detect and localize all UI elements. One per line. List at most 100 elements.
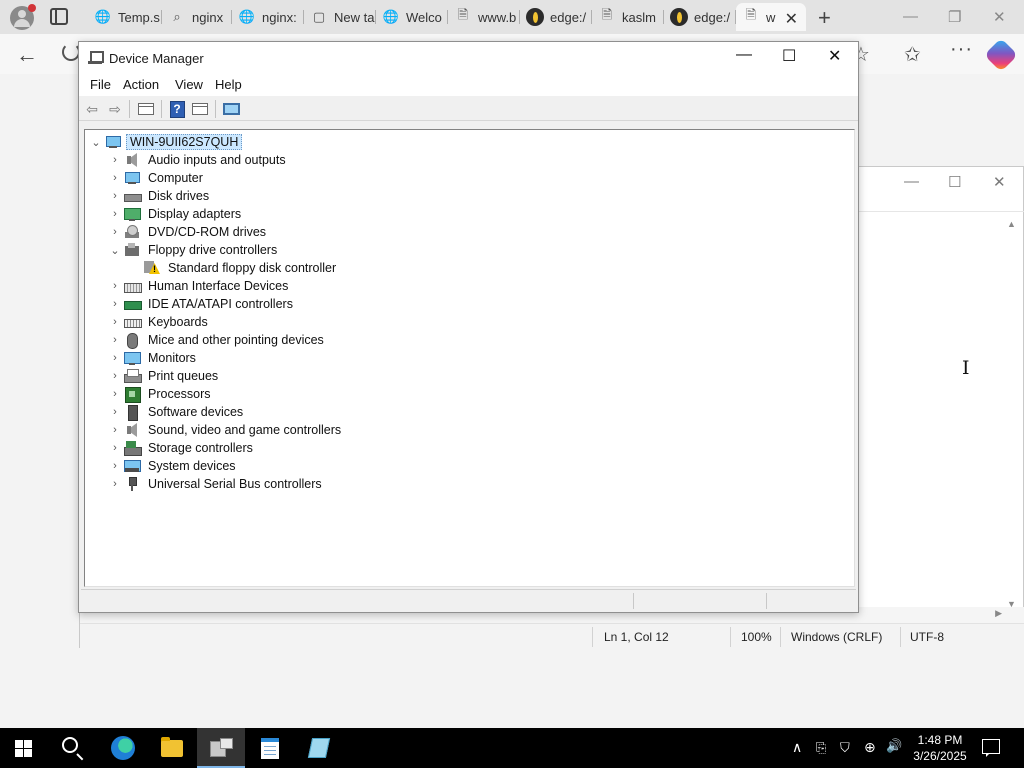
browser-tab[interactable]: 🗎 kaslm bbox=[592, 3, 664, 31]
close-button[interactable]: ✕ bbox=[828, 46, 841, 66]
show-hide-console-tree-button[interactable] bbox=[136, 99, 156, 119]
tree-node-label: Keyboards bbox=[148, 315, 208, 329]
chevron-right-icon[interactable]: › bbox=[106, 370, 124, 382]
tree-category-node[interactable]: › Software devices bbox=[106, 403, 246, 421]
device-manager-title-bar[interactable]: Device Manager — ☐ ✕ bbox=[79, 42, 858, 74]
chevron-right-icon[interactable]: › bbox=[106, 226, 124, 238]
browser-tab-active[interactable]: 🗎 w ✕ bbox=[736, 3, 806, 31]
browser-tab[interactable]: 🌐 nginx: bbox=[232, 3, 304, 31]
favorites-icon[interactable]: ✩ bbox=[904, 42, 921, 67]
system-clock[interactable]: 1:48 PM 3/26/2025 bbox=[910, 732, 970, 764]
chevron-right-icon[interactable]: › bbox=[106, 334, 124, 346]
device-tray-icon[interactable]: ⎘ bbox=[816, 740, 826, 756]
chevron-right-icon[interactable]: › bbox=[106, 316, 124, 328]
chevron-right-icon[interactable]: › bbox=[106, 424, 124, 436]
chevron-right-icon[interactable]: › bbox=[106, 460, 124, 472]
browser-restore-button[interactable]: ❐ bbox=[948, 8, 961, 26]
scan-hardware-button[interactable] bbox=[221, 99, 241, 119]
defender-tray-icon[interactable]: ⛉ bbox=[840, 740, 850, 756]
tree-category-node[interactable]: › Processors bbox=[106, 385, 214, 403]
tab-title: nginx: bbox=[262, 9, 297, 25]
tree-category-node[interactable]: › Display adapters bbox=[106, 205, 244, 223]
menu-view[interactable]: View bbox=[175, 77, 203, 92]
start-button[interactable] bbox=[15, 740, 32, 757]
notepad-maximize-button[interactable]: ☐ bbox=[948, 173, 961, 191]
chevron-right-icon[interactable]: › bbox=[106, 172, 124, 184]
tree-node-label: Monitors bbox=[148, 351, 196, 365]
chevron-right-icon[interactable]: › bbox=[106, 388, 124, 400]
document-search-icon: 🗎 bbox=[745, 7, 757, 22]
notification-center-icon[interactable] bbox=[982, 739, 1000, 757]
search-icon[interactable] bbox=[62, 737, 78, 753]
device-tree[interactable]: ⌄ WIN-9UII62S7QUH › Audio inputs and outp… bbox=[84, 129, 855, 587]
browser-tab[interactable]: 🗎 www.b bbox=[448, 3, 520, 31]
browser-tab[interactable]: edge:/ bbox=[664, 3, 736, 31]
chevron-right-icon[interactable]: › bbox=[106, 298, 124, 310]
maximize-button[interactable]: ☐ bbox=[782, 46, 796, 66]
notepad-app[interactable] bbox=[246, 728, 294, 768]
notepad-minimize-button[interactable]: — bbox=[904, 173, 919, 190]
chevron-right-icon[interactable]: › bbox=[106, 208, 124, 220]
tree-category-node[interactable]: › Monitors bbox=[106, 349, 199, 367]
tree-category-node[interactable]: › Human Interface Devices bbox=[106, 277, 291, 295]
action-pane-button[interactable] bbox=[190, 99, 210, 119]
chevron-right-icon[interactable]: › bbox=[106, 406, 124, 418]
tree-category-node[interactable]: › Storage controllers bbox=[106, 439, 256, 457]
tree-category-node[interactable]: › DVD/CD-ROM drives bbox=[106, 223, 269, 241]
tree-category-node[interactable]: › Print queues bbox=[106, 367, 221, 385]
file-explorer-app[interactable] bbox=[148, 728, 196, 768]
tab-close-icon[interactable]: ✕ bbox=[785, 9, 798, 29]
browser-tab[interactable]: 🌐 Welco bbox=[376, 3, 448, 31]
tree-category-node[interactable]: › Keyboards bbox=[106, 313, 211, 331]
chevron-right-icon[interactable]: › bbox=[106, 352, 124, 364]
new-tab-button[interactable]: + bbox=[818, 5, 831, 31]
chevron-right-icon[interactable]: › bbox=[106, 280, 124, 292]
browser-tab[interactable]: ▢ New ta bbox=[304, 3, 376, 31]
notes-app[interactable] bbox=[295, 728, 343, 768]
volume-icon[interactable]: 🔊 bbox=[886, 738, 902, 754]
chevron-right-icon[interactable]: › bbox=[106, 190, 124, 202]
tree-category-node[interactable]: › Mice and other pointing devices bbox=[106, 331, 327, 349]
show-hidden-icons-chevron-icon[interactable]: ∧ bbox=[792, 739, 802, 756]
tree-category-node[interactable]: › System devices bbox=[106, 457, 239, 475]
tree-category-node[interactable]: › IDE ATA/ATAPI controllers bbox=[106, 295, 296, 313]
scroll-right-icon[interactable]: ▶ bbox=[995, 608, 1002, 619]
browser-tab[interactable]: edge:/ bbox=[520, 3, 592, 31]
network-icon[interactable]: ⊕ bbox=[864, 739, 876, 756]
chevron-right-icon[interactable]: › bbox=[106, 154, 124, 166]
tab-actions-menu-icon[interactable] bbox=[50, 8, 68, 25]
browser-close-button[interactable]: ✕ bbox=[993, 8, 1006, 26]
browser-tab[interactable]: ⌕ nginx bbox=[162, 3, 232, 31]
menu-file[interactable]: File bbox=[90, 77, 111, 92]
tree-category-node[interactable]: › Audio inputs and outputs bbox=[106, 151, 289, 169]
tree-device-node[interactable]: Standard floppy disk controller bbox=[126, 259, 339, 277]
tree-category-node[interactable]: › Sound, video and game controllers bbox=[106, 421, 344, 439]
chevron-down-icon[interactable]: ⌄ bbox=[106, 244, 124, 257]
device-manager-app[interactable] bbox=[197, 728, 245, 768]
chevron-down-icon[interactable]: ⌄ bbox=[87, 136, 105, 149]
tree-category-node[interactable]: › Universal Serial Bus controllers bbox=[106, 475, 325, 493]
notepad-vertical-scrollbar[interactable]: ▲ ▼ bbox=[1005, 219, 1019, 609]
help-button[interactable]: ? bbox=[167, 99, 187, 119]
tree-category-node[interactable]: ⌄ Floppy drive controllers bbox=[106, 241, 280, 259]
tree-node-label: Software devices bbox=[148, 405, 244, 419]
back-arrow-icon[interactable]: ← bbox=[16, 42, 38, 68]
tree-category-node[interactable]: › Computer bbox=[106, 169, 206, 187]
chevron-right-icon[interactable]: › bbox=[106, 478, 124, 490]
edge-app[interactable] bbox=[99, 728, 147, 768]
scroll-up-icon[interactable]: ▲ bbox=[1007, 219, 1016, 229]
browser-tab[interactable]: 🌐 Temp.s bbox=[88, 3, 162, 31]
menu-action[interactable]: Action bbox=[123, 77, 159, 92]
browser-minimize-button[interactable]: — bbox=[903, 8, 918, 25]
menu-help[interactable]: Help bbox=[215, 77, 242, 92]
notepad-close-button[interactable]: ✕ bbox=[993, 173, 1006, 191]
forward-arrow-icon[interactable]: ⇨ bbox=[105, 99, 125, 119]
tree-root-node[interactable]: ⌄ WIN-9UII62S7QUH bbox=[87, 133, 243, 151]
tab-title: w bbox=[766, 9, 776, 25]
tree-category-node[interactable]: › Disk drives bbox=[106, 187, 212, 205]
warning-device-icon bbox=[144, 261, 160, 275]
minimize-button[interactable]: — bbox=[736, 46, 752, 64]
back-arrow-icon[interactable]: ⇦ bbox=[82, 99, 102, 119]
more-options-icon[interactable]: ··· bbox=[950, 38, 973, 61]
chevron-right-icon[interactable]: › bbox=[106, 442, 124, 454]
